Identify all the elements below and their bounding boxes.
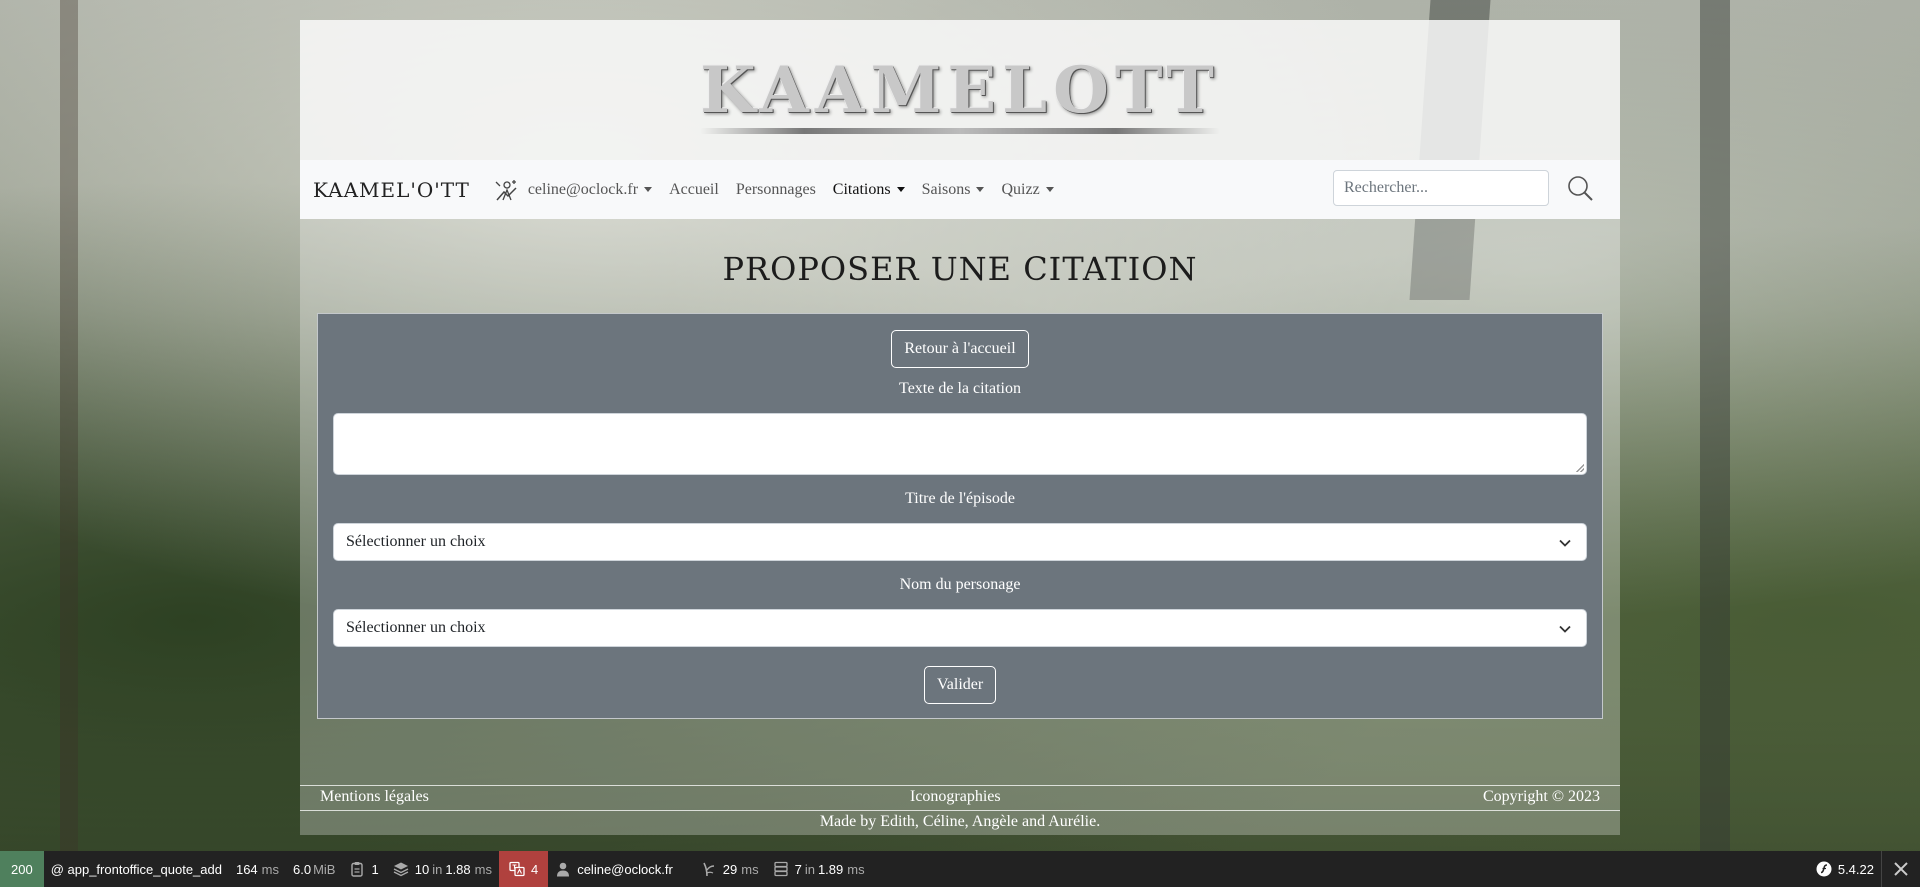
db-unit: ms: [847, 861, 865, 877]
memory-unit: MiB: [313, 861, 336, 877]
site-banner: KAAMELOTT: [300, 20, 1620, 160]
nav-citations-label: Citations: [832, 180, 891, 198]
db-time: 1.89: [817, 861, 844, 877]
cache-time: 1.88: [445, 861, 471, 877]
memory-item[interactable]: 6.0 MiB: [286, 851, 342, 887]
db-in: in: [804, 861, 815, 877]
footer-divider: [300, 810, 1620, 811]
twig-unit: ms: [741, 861, 759, 877]
logs-item[interactable]: 1: [342, 851, 385, 887]
episode-label: Titre de l'épisode: [905, 490, 1015, 507]
resize-handle-icon[interactable]: [1576, 464, 1584, 472]
nav-saisons[interactable]: Saisons: [922, 181, 985, 199]
submit-button[interactable]: Valider: [924, 666, 996, 704]
footer-divider: [300, 785, 1620, 786]
chevron-down-icon: [1559, 539, 1571, 547]
memory-value: 6.0: [293, 861, 312, 877]
translation-item[interactable]: 4: [498, 851, 549, 887]
sword-icon: [700, 127, 1220, 134]
chevron-down-icon: [896, 187, 905, 192]
copyright-text: Copyright © 2023: [1482, 788, 1600, 805]
nav-saisons-label: Saisons: [921, 180, 971, 198]
nav-citations[interactable]: Citations: [833, 181, 905, 199]
cache-item[interactable]: 10 in 1.88 ms: [386, 851, 499, 887]
close-icon: [1894, 862, 1908, 876]
main-container: KAAMELOTT KAAMEL'O'TT celine@oclock.fr A…: [300, 20, 1620, 835]
database-item[interactable]: 7 in 1.89 ms: [766, 851, 872, 887]
nav-personnages[interactable]: Personnages: [736, 181, 816, 199]
translation-icon: [509, 861, 525, 877]
layers-icon: [393, 862, 409, 877]
symfony-version: 5.4.22: [1837, 861, 1874, 877]
nav-accueil[interactable]: Accueil: [669, 181, 719, 199]
nav-quizz-label: Quizz: [1001, 180, 1040, 198]
background-tree: [60, 0, 78, 887]
user-icon: [557, 862, 570, 877]
credits-text: Made by Edith, Céline, Angèle and Auréli…: [819, 813, 1101, 830]
background-tree: [1700, 0, 1730, 887]
chevron-down-icon: [976, 187, 985, 192]
route-item[interactable]: @ app_frontoffice_quote_add: [44, 851, 229, 887]
logs-count: 1: [371, 861, 379, 877]
translation-count: 4: [530, 861, 539, 877]
security-item[interactable]: celine@oclock.fr: [548, 851, 680, 887]
character-select-value: Sélectionner un choix: [346, 619, 486, 636]
knight-icon: [495, 179, 517, 200]
quote-text-label: Texte de la citation: [899, 380, 1021, 397]
twig-time: 29: [722, 861, 738, 877]
status-code: 200: [11, 861, 33, 877]
db-count: 7: [794, 861, 802, 877]
search-icon[interactable]: [1565, 172, 1595, 206]
route-name: @ app_frontoffice_quote_add: [50, 861, 222, 877]
quote-text-field[interactable]: [333, 413, 1587, 475]
character-select[interactable]: Sélectionner un choix: [333, 609, 1587, 647]
legal-link[interactable]: Mentions légales: [320, 788, 429, 806]
user-menu-label: celine@oclock.fr: [527, 180, 639, 198]
close-toolbar-button[interactable]: [1881, 851, 1920, 887]
iconography-link[interactable]: Iconographies: [910, 788, 1001, 806]
chevron-down-icon: [1045, 187, 1054, 192]
symfony-logo-icon: [1816, 861, 1832, 877]
cache-unit: ms: [474, 861, 492, 877]
episode-select-value: Sélectionner un choix: [346, 533, 486, 550]
security-user: celine@oclock.fr: [577, 861, 673, 877]
quote-form: Retour à l'accueil Texte de la citation …: [317, 313, 1603, 719]
navbar: KAAMEL'O'TT celine@oclock.fr Accueil Per…: [300, 160, 1620, 219]
chevron-down-icon: [1559, 625, 1571, 633]
episode-select[interactable]: Sélectionner un choix: [333, 523, 1587, 561]
time-value: 164: [235, 861, 258, 877]
navbar-brand[interactable]: KAAMEL'O'TT: [313, 178, 470, 202]
twig-item[interactable]: 29 ms: [694, 851, 766, 887]
cache-count: 10: [414, 861, 430, 877]
search-input[interactable]: [1333, 170, 1549, 206]
back-home-button[interactable]: Retour à l'accueil: [891, 330, 1029, 368]
user-menu[interactable]: celine@oclock.fr: [494, 178, 653, 202]
time-item[interactable]: 164 ms: [229, 851, 286, 887]
site-logo[interactable]: KAAMELOTT: [700, 52, 1220, 134]
time-unit: ms: [261, 861, 280, 877]
debug-toolbar: 200 @ app_frontoffice_quote_add 164 ms 6…: [0, 851, 1920, 887]
database-icon: [773, 861, 788, 877]
nav-quizz[interactable]: Quizz: [1001, 180, 1054, 199]
twig-icon: [703, 862, 714, 877]
clipboard-icon: [351, 862, 364, 877]
chevron-down-icon: [644, 187, 653, 192]
logo-text: KAAMELOTT: [700, 52, 1220, 128]
symfony-version-item[interactable]: 5.4.22: [1809, 851, 1881, 887]
character-label: Nom du personage: [899, 576, 1021, 593]
page-title: PROPOSER UNE CITATION: [722, 250, 1198, 288]
status-code-badge[interactable]: 200: [0, 851, 44, 887]
cache-in: in: [432, 861, 443, 877]
